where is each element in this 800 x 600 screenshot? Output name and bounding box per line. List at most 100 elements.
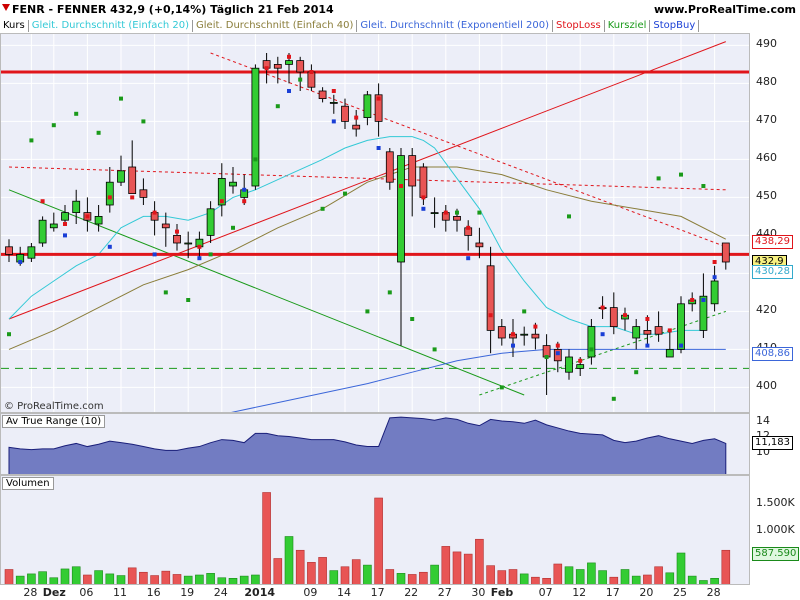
kursziel-dot	[208, 252, 213, 257]
stoploss-dot	[197, 244, 202, 249]
kursziel-dot	[455, 210, 459, 215]
price-tick-label: 450	[756, 189, 777, 203]
volume-bar	[139, 571, 148, 584]
candle-body	[128, 166, 137, 195]
volume-bar	[262, 492, 271, 584]
candle-body	[27, 246, 36, 259]
candle-body	[419, 166, 428, 198]
stopbuy-dot	[287, 89, 291, 93]
volume-bar	[430, 564, 439, 584]
legend-item-stoploss[interactable]: StopLoss	[553, 20, 605, 32]
volume-bar	[553, 563, 563, 584]
legend-item-sma40[interactable]: Gleit. Durchschnitt (Einfach 40)	[193, 20, 358, 32]
volume-bar	[475, 538, 484, 584]
volume-bar	[665, 572, 675, 584]
stopbuy-dot	[511, 343, 515, 348]
stoploss-dot	[600, 305, 605, 310]
legend-item-sma20[interactable]: Gleit. Durchschnitt (Einfach 20)	[28, 20, 194, 32]
volume-bar	[38, 571, 47, 584]
copyright-label: © ProRealTime.com	[4, 401, 104, 412]
candle-body	[632, 326, 641, 339]
stoploss-dot	[309, 70, 314, 74]
stopbuy-dot	[242, 187, 247, 192]
kursziel-dot	[343, 191, 347, 196]
kursziel-dot	[701, 184, 706, 188]
date-tick-label: 14	[337, 586, 351, 599]
stoploss-dot	[443, 210, 448, 215]
price-box: 438,29	[752, 234, 793, 249]
legend-item-kursziel[interactable]: Kursziel	[604, 20, 651, 32]
candle-body	[475, 242, 484, 248]
atr-pane[interactable]	[0, 413, 750, 475]
stopbuy-dot	[331, 119, 336, 124]
legend-item-kurs[interactable]: Kurs	[0, 20, 29, 32]
stoploss-dot	[40, 199, 45, 204]
date-tick-label: 19	[180, 586, 195, 599]
volume-bar	[183, 575, 193, 584]
candle-body	[251, 67, 260, 187]
legend-item-ema200[interactable]: Gleit. Durchschnitt (Exponentiell 200)	[357, 20, 554, 32]
volume-bar	[329, 570, 339, 584]
candle-body	[38, 219, 47, 244]
volume-bar	[295, 549, 305, 584]
volume-bar	[463, 553, 473, 584]
volume-bar	[239, 575, 249, 584]
date-tick-label: Feb	[490, 586, 514, 599]
date-tick-label: 30	[471, 586, 486, 599]
price-box: 430,28	[752, 265, 793, 280]
volume-bar	[206, 573, 215, 584]
stoploss-dot	[287, 54, 291, 59]
candle-body	[721, 242, 730, 263]
kursziel-dot	[365, 309, 370, 314]
volume-bar	[699, 580, 708, 584]
volume-bar	[587, 562, 596, 584]
candle-body	[117, 170, 125, 183]
stoploss-dot	[242, 199, 247, 204]
volume-bar	[374, 497, 383, 584]
price-tick-label: 470	[756, 113, 777, 127]
stoploss-dot	[488, 313, 493, 318]
volume-bar	[228, 578, 238, 584]
date-tick-label: Dez	[42, 586, 66, 599]
candle-body	[710, 280, 719, 305]
volume-last-value: 587.590	[752, 547, 800, 562]
stoploss-dot	[421, 195, 426, 200]
volume-bar	[71, 566, 81, 584]
volume-bar	[273, 558, 283, 584]
ema200-line	[231, 348, 726, 412]
stoploss-dot	[712, 260, 717, 264]
kursziel-dot	[298, 77, 303, 82]
price-pane[interactable]	[0, 33, 750, 413]
volume-pane[interactable]	[0, 475, 750, 585]
volume-bar	[519, 573, 529, 584]
kursziel-dot	[275, 104, 280, 109]
volume-title: Volumen	[2, 477, 54, 490]
kursziel-dot	[410, 317, 415, 321]
date-tick-label: 17	[605, 586, 620, 599]
candle-body	[677, 303, 685, 350]
candle-body	[385, 151, 394, 183]
volume-bar	[508, 569, 518, 584]
date-tick-label: 17	[370, 586, 385, 599]
volume-bar	[94, 570, 103, 584]
legend-item-stopbuy[interactable]: StopBuy	[650, 20, 700, 32]
volume-bar	[340, 566, 350, 584]
candle-body	[105, 181, 114, 206]
stoploss-dot	[533, 324, 538, 329]
date-tick-label: 2014	[244, 586, 276, 599]
candle-body	[296, 60, 305, 73]
date-tick-label: 12	[572, 586, 587, 599]
stoploss-dot	[667, 328, 672, 333]
candle-body	[184, 242, 193, 245]
volume-bar	[116, 575, 126, 584]
volume-bar	[620, 569, 630, 584]
candle-body	[363, 94, 372, 118]
stoploss-dot	[331, 89, 336, 93]
volume-bar	[631, 575, 641, 584]
candle-body	[609, 307, 618, 328]
kursziel-dot	[679, 172, 683, 177]
candle-body	[654, 326, 663, 335]
volume-bar	[441, 546, 451, 584]
volume-bar	[721, 549, 731, 584]
volume-bar	[452, 551, 462, 584]
